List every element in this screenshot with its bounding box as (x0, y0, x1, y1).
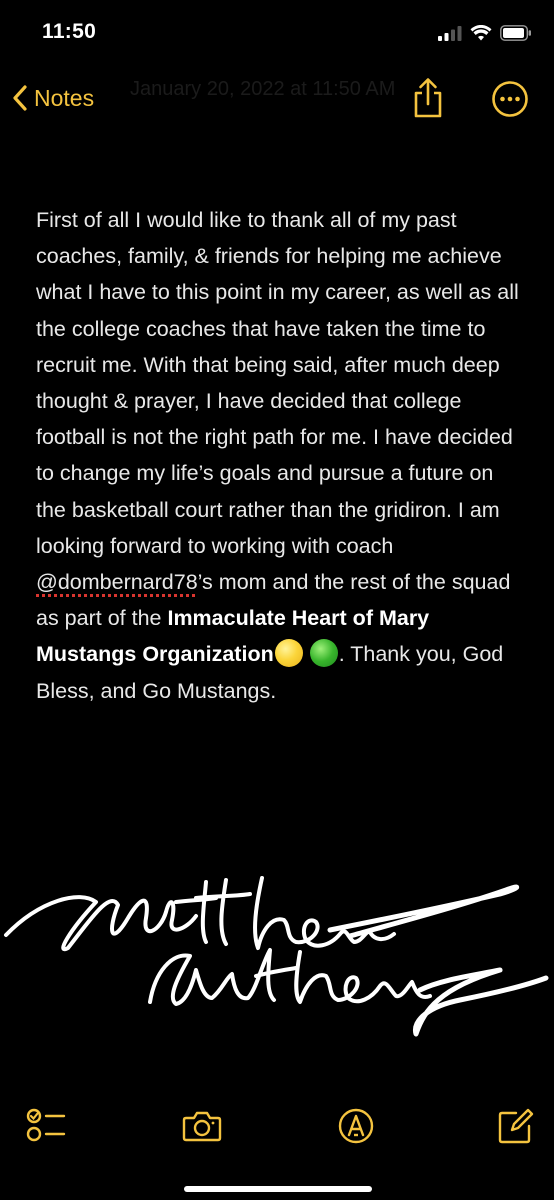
more-options-button[interactable] (491, 80, 529, 118)
status-icons (438, 22, 532, 44)
wifi-icon (470, 25, 492, 41)
share-button[interactable] (408, 76, 448, 120)
bottom-toolbar (0, 1090, 554, 1160)
chevron-left-icon (13, 85, 27, 111)
back-label: Notes (34, 84, 95, 111)
note-date-faded: January 20, 2022 at 11:50 AM (130, 78, 396, 100)
ellipsis-circle-icon (492, 81, 528, 117)
handwritten-signature (4, 876, 549, 1037)
green-circle-icon (309, 639, 338, 668)
note-body[interactable]: First of all I would like to thank all o… (36, 202, 524, 709)
compose-icon (498, 1108, 534, 1144)
cellular-signal-icon (438, 26, 462, 41)
status-time: 11:50 (42, 20, 97, 43)
camera-button[interactable] (180, 1104, 224, 1148)
markup-icon (338, 1108, 374, 1144)
mention-link[interactable]: @dombernard78 (36, 570, 198, 594)
yellow-circle-icon (274, 639, 303, 668)
status-bar: 11:50 (0, 0, 554, 66)
share-icon (414, 78, 442, 118)
home-indicator[interactable] (184, 1186, 372, 1192)
compose-button[interactable] (494, 1104, 538, 1148)
checklist-button[interactable] (24, 1104, 68, 1148)
battery-icon (500, 25, 531, 41)
note-text: First of all I would like to thank all o… (36, 208, 519, 558)
markup-button[interactable] (334, 1104, 378, 1148)
camera-icon (182, 1111, 222, 1142)
back-button[interactable]: Notes (12, 78, 94, 118)
checklist-icon (26, 1108, 66, 1142)
